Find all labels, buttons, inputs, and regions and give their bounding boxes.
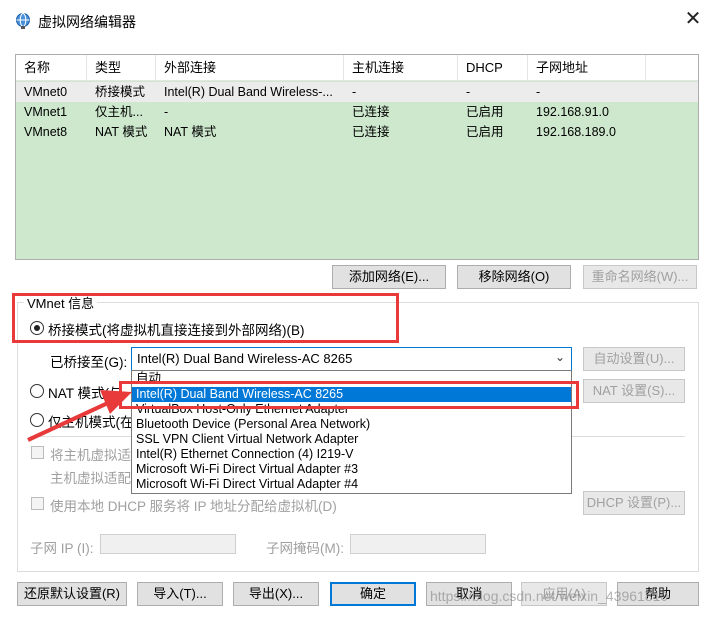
dropdown-option[interactable]: SSL VPN Client Virtual Network Adapter (132, 432, 571, 447)
cell-name: VMnet1 (24, 105, 68, 119)
cell-subnet: 192.168.91.0 (536, 105, 609, 119)
column-header-dhcp[interactable]: DHCP (458, 55, 528, 81)
cell-external: NAT 模式 (164, 125, 217, 139)
cell-host: 已连接 (352, 125, 390, 139)
import-button[interactable]: 导入(T)... (137, 582, 223, 606)
ok-button[interactable]: 确定 (330, 582, 416, 606)
export-button[interactable]: 导出(X)... (233, 582, 319, 606)
subnet-mask-label: 子网掩码(M): (266, 541, 344, 556)
table-row[interactable]: VMnet8 NAT 模式 NAT 模式 已连接 已启用 192.168.189… (16, 122, 698, 142)
dropdown-option[interactable]: Microsoft Wi-Fi Direct Virtual Adapter #… (132, 477, 571, 492)
cell-type: 仅主机... (95, 105, 143, 119)
cell-external: Intel(R) Dual Band Wireless-... (164, 85, 333, 99)
cell-type: NAT 模式 (95, 125, 148, 139)
cell-dhcp: - (466, 85, 471, 99)
annotation-box-bridged (12, 293, 399, 343)
table-row[interactable]: VMnet1 仅主机... - 已连接 已启用 192.168.91.0 (16, 102, 698, 122)
dropdown-option[interactable]: Microsoft Wi-Fi Direct Virtual Adapter #… (132, 462, 571, 477)
subnet-ip-input[interactable] (100, 534, 236, 554)
table-row[interactable]: VMnet0 桥接模式 Intel(R) Dual Band Wireless-… (16, 82, 698, 102)
column-header-external[interactable]: 外部连接 (156, 55, 344, 81)
cell-subnet: 192.168.189.0 (536, 125, 616, 139)
dhcp-settings-button[interactable]: DHCP 设置(P)... (583, 491, 685, 515)
column-header-subnet[interactable]: 子网地址 (528, 55, 646, 81)
column-header-name[interactable]: 名称 (16, 55, 87, 81)
dhcp-check-label: 使用本地 DHCP 服务将 IP 地址分配给虚拟机(D) (50, 499, 337, 514)
dropdown-option[interactable]: Bluetooth Device (Personal Area Network) (132, 417, 571, 432)
annotation-box-selected-adapter (119, 381, 579, 409)
cell-subnet: - (536, 85, 541, 99)
nat-settings-button[interactable]: NAT 设置(S)... (583, 379, 685, 403)
dropdown-option[interactable]: Intel(R) Ethernet Connection (4) I219-V (132, 447, 571, 462)
bridged-to-select[interactable]: Intel(R) Dual Band Wireless-AC 8265 ⌄ (131, 347, 572, 371)
nat-radio[interactable] (30, 384, 44, 398)
cell-external: - (164, 105, 169, 119)
cell-type: 桥接模式 (95, 85, 146, 99)
hostonly-radio[interactable] (30, 413, 44, 427)
close-icon[interactable]: ✕ (682, 8, 704, 30)
auto-settings-button[interactable]: 自动设置(U)... (583, 347, 685, 371)
hostonly-radio-label[interactable]: 仅主机模式(在 (48, 411, 134, 431)
column-header-type[interactable]: 类型 (87, 55, 156, 81)
cell-host: 已连接 (352, 105, 390, 119)
watermark: https://blog.csdn.net/weixin_43961810 (430, 588, 669, 604)
network-table[interactable]: 名称 类型 外部连接 主机连接 DHCP 子网地址 VMnet0 桥接模式 In… (15, 54, 699, 260)
add-network-button[interactable]: 添加网络(E)... (332, 265, 446, 289)
subnet-mask-input[interactable] (350, 534, 486, 554)
dhcp-checkbox[interactable] (31, 497, 44, 510)
window-title: 虚拟网络编辑器 (38, 14, 136, 30)
nat-radio-label[interactable]: NAT 模式(与 (48, 382, 123, 402)
cell-name: VMnet0 (24, 85, 68, 99)
remove-network-button[interactable]: 移除网络(O) (457, 265, 571, 289)
host-adapter-checkbox[interactable] (31, 446, 44, 459)
cell-name: VMnet8 (24, 125, 68, 139)
column-header-host[interactable]: 主机连接 (344, 55, 458, 81)
host-adapter-name-label: 主机虚拟适配 (50, 471, 131, 486)
cell-dhcp: 已启用 (466, 105, 504, 119)
network-globe-icon (16, 13, 30, 29)
table-header: 名称 类型 外部连接 主机连接 DHCP 子网地址 (16, 55, 698, 81)
host-adapter-check-label: 将主机虚拟适 (50, 448, 131, 463)
restore-defaults-button[interactable]: 还原默认设置(R) (17, 582, 127, 606)
cell-dhcp: 已启用 (466, 125, 504, 139)
chevron-down-icon[interactable]: ⌄ (555, 350, 565, 364)
bridged-to-label: 已桥接至(G): (50, 355, 128, 370)
rename-network-button[interactable]: 重命名网络(W)... (583, 265, 697, 289)
cell-host: - (352, 85, 357, 99)
subnet-ip-label: 子网 IP (I): (30, 541, 94, 556)
bridged-to-value: Intel(R) Dual Band Wireless-AC 8265 (137, 351, 353, 366)
